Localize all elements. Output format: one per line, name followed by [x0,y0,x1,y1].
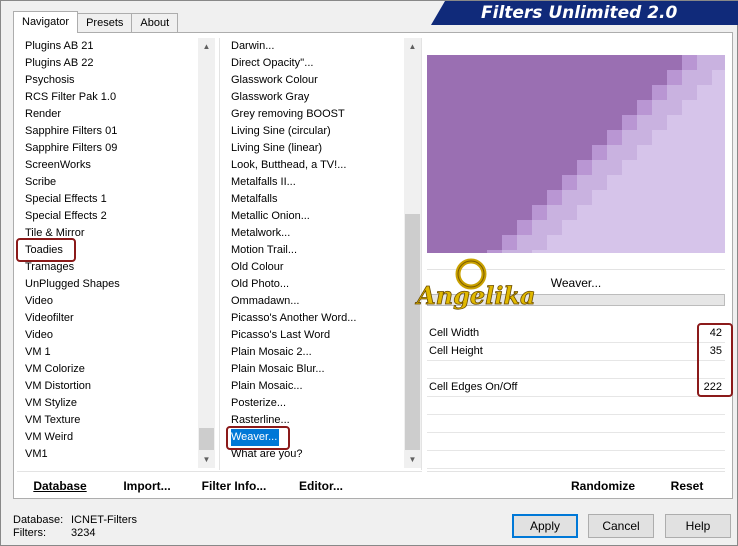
list-item[interactable]: VM Stylize [25,395,120,412]
list-item[interactable]: Darwin... [231,38,356,55]
randomize-button[interactable]: Randomize [563,476,643,496]
reset-button[interactable]: Reset [663,476,711,496]
list-item[interactable]: Motion Trail... [231,242,356,259]
list-item[interactable]: VM Colorize [25,361,120,378]
category-scrollbar[interactable]: ▲ ▼ [198,38,215,468]
list-item[interactable]: VM Texture [25,412,120,429]
param-label: Cell Edges On/Off [429,381,518,393]
database-button[interactable]: Database [25,476,95,496]
list-item[interactable]: Render [25,106,120,123]
filter-info-button[interactable]: Filter Info... [197,476,271,496]
list-item[interactable]: Old Colour [231,259,356,276]
status-database-label: Database: [13,514,64,526]
apply-button[interactable]: Apply [512,514,578,538]
help-button[interactable]: Help [665,514,731,538]
param-empty-slot [427,397,725,415]
list-item[interactable]: Plugins AB 22 [25,55,120,72]
filter-highlight-box [226,426,290,450]
list-item[interactable]: Video [25,327,120,344]
list-item[interactable]: Plain Mosaic... [231,378,356,395]
scroll-down-icon[interactable]: ▼ [404,451,421,468]
list-item[interactable]: Living Sine (linear) [231,140,356,157]
list-item[interactable]: Psychosis [25,72,120,89]
category-highlight-box [16,238,76,262]
svg-text:Angelika: Angelika [415,281,536,310]
editor-button[interactable]: Editor... [295,476,347,496]
list-item[interactable]: RCS Filter Pak 1.0 [25,89,120,106]
list-item[interactable]: Special Effects 2 [25,208,120,225]
list-item[interactable]: Glasswork Gray [231,89,356,106]
list-item[interactable]: Ommadawn... [231,293,356,310]
list-item[interactable]: Living Sine (circular) [231,123,356,140]
list-item[interactable]: Look, Butthead, a TV!... [231,157,356,174]
tab-presets[interactable]: Presets [77,13,133,33]
list-item[interactable]: Metalwork... [231,225,356,242]
list-item[interactable]: Plugins AB 21 [25,38,120,55]
list-item[interactable]: VM Distortion [25,378,120,395]
panel-divider [421,38,422,470]
filter-preview-image [427,55,725,253]
list-item[interactable]: Picasso's Last Word [231,327,356,344]
status-filters-label: Filters: [13,527,46,539]
angelika-watermark-logo: Angelika [415,258,536,310]
status-filters-value: 3234 [71,527,96,539]
scroll-up-icon[interactable]: ▲ [198,38,215,55]
list-item[interactable]: Metalfalls [231,191,356,208]
list-item[interactable]: ScreenWorks [25,157,120,174]
scroll-up-icon[interactable]: ▲ [404,38,421,55]
list-item[interactable]: VM Weird [25,429,120,446]
list-item[interactable]: Metalfalls II... [231,174,356,191]
app-title-banner: Filters Unlimited 2.0 [431,1,738,25]
list-item[interactable]: Posterize... [231,395,356,412]
scroll-thumb[interactable] [405,214,420,450]
filter-list[interactable]: Darwin... Direct Opacity''... Glasswork Co… [231,38,403,468]
list-item[interactable]: Sapphire Filters 09 [25,140,120,157]
import-button[interactable]: Import... [116,476,178,496]
param-empty-slot [427,433,725,451]
param-cell-edges[interactable]: Cell Edges On/Off 222 [427,379,725,397]
scroll-thumb[interactable] [199,428,214,450]
list-item[interactable]: Scribe [25,174,120,191]
tab-bar: Navigator Presets About [13,11,179,33]
list-item[interactable]: VM1 [25,446,120,463]
list-item[interactable]: Video [25,293,120,310]
list-item[interactable]: Videofilter [25,310,120,327]
param-cell-width[interactable]: Cell Width 42 [427,325,725,343]
param-cell-height[interactable]: Cell Height 35 [427,343,725,361]
param-empty-slot [427,415,725,433]
tab-about[interactable]: About [131,13,179,33]
list-item[interactable]: Grey removing BOOST [231,106,356,123]
list-item[interactable]: Old Photo... [231,276,356,293]
tab-navigator[interactable]: Navigator [13,11,79,33]
list-item[interactable]: Glasswork Colour [231,72,356,89]
list-item[interactable]: Sapphire Filters 01 [25,123,120,140]
filters-unlimited-window: Filters Unlimited 2.0 Navigator Presets … [0,0,738,546]
list-item[interactable]: UnPlugged Shapes [25,276,120,293]
param-label: Cell Height [429,345,483,357]
param-empty-slot [427,451,725,469]
cancel-button[interactable]: Cancel [588,514,654,538]
list-item[interactable]: Special Effects 1 [25,191,120,208]
scroll-down-icon[interactable]: ▼ [198,451,215,468]
button-row-divider [17,471,422,472]
list-item[interactable]: VM 1 [25,344,120,361]
list-item[interactable]: Direct Opacity''... [231,55,356,72]
button-row-divider [427,471,725,472]
list-item[interactable]: Metallic Onion... [231,208,356,225]
param-values-highlight-box [697,323,733,397]
status-database-value: ICNET-Filters [71,514,137,526]
list-item[interactable]: Plain Mosaic 2... [231,344,356,361]
param-label: Cell Width [429,327,480,339]
list-item[interactable]: Plain Mosaic Blur... [231,361,356,378]
param-empty-slot [427,361,725,379]
filter-scrollbar[interactable]: ▲ ▼ [404,38,421,468]
list-item[interactable]: Picasso's Another Word... [231,310,356,327]
list-divider [219,38,220,470]
